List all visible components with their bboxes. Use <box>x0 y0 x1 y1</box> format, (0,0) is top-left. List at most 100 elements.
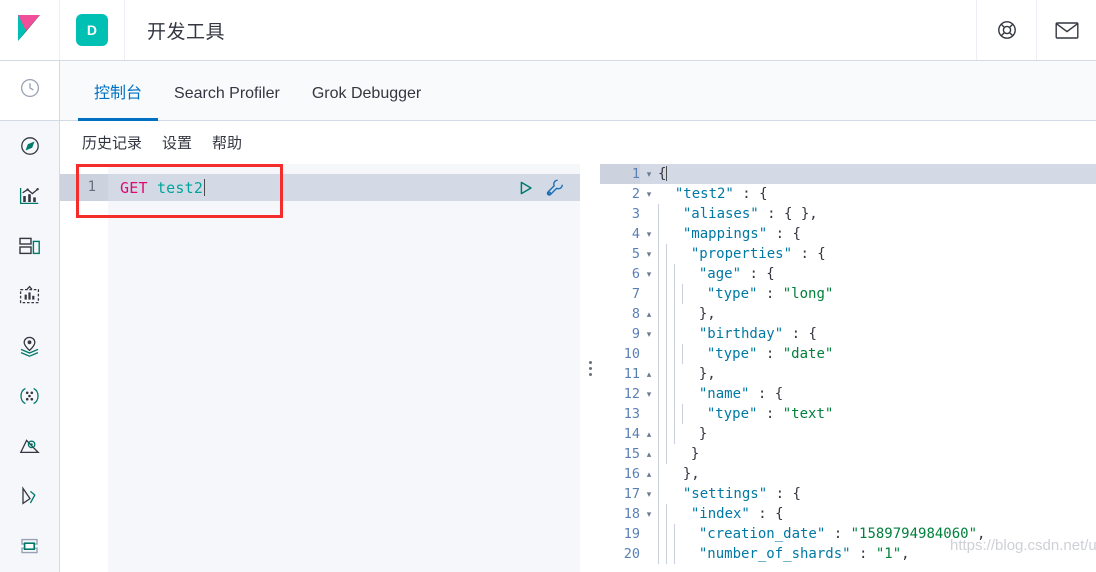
token-pun: : <box>850 546 876 562</box>
apm-icon <box>18 435 41 457</box>
fold-down-icon[interactable]: ▾ <box>640 484 658 504</box>
indent-guide <box>658 504 666 524</box>
token-key: "type" <box>706 406 758 422</box>
response-line-number: 19 <box>623 526 640 542</box>
sidebar-item-maps[interactable] <box>0 321 59 371</box>
token-sp <box>682 266 699 282</box>
app-badge: D <box>76 14 108 46</box>
fold-down-icon[interactable]: ▾ <box>640 244 658 264</box>
indent-guide <box>658 284 666 304</box>
sidebar-item-discover[interactable] <box>0 121 59 171</box>
fold-down-icon[interactable]: ▾ <box>640 264 658 284</box>
fold-down-icon[interactable]: ▾ <box>640 504 658 524</box>
console-toolbar: 历史记录 设置 帮助 <box>60 121 1096 164</box>
token-pun: : { <box>767 226 801 242</box>
sidebar-item-dev-tools[interactable] <box>0 521 59 571</box>
response-line: 14 ▴ } <box>600 424 1096 444</box>
compass-icon <box>19 135 41 157</box>
settings-button[interactable]: 设置 <box>158 130 196 155</box>
response-json-lines: 1 ▾{2 ▾ "test2" : {3 "aliases" : { }, 4 ▾ "m… <box>600 164 1096 564</box>
fold-down-icon[interactable]: ▾ <box>640 184 658 204</box>
uptime-icon <box>18 485 41 507</box>
editor-code-line[interactable]: GET test2 <box>108 178 206 197</box>
kibana-dev-tools-app: D 开发工具 控制台 Search Profiler Grok Debugger… <box>0 0 1096 572</box>
token-pun: : { <box>733 186 768 202</box>
drag-handle-dots-icon[interactable] <box>588 360 592 376</box>
indent-guide <box>666 324 674 344</box>
token-sp <box>690 286 707 302</box>
response-line-code: { <box>658 164 668 184</box>
response-line-number: 6 <box>631 266 640 282</box>
indent-guide <box>666 304 674 324</box>
response-line-number: 9 <box>631 326 640 342</box>
tab-console[interactable]: 控制台 <box>78 79 159 121</box>
tab-grok-debugger[interactable]: Grok Debugger <box>296 85 437 120</box>
sidebar-item-visualize[interactable] <box>0 171 59 221</box>
indent-guide <box>666 344 674 364</box>
request-editor[interactable]: 1 GET test2 <box>60 164 580 572</box>
indent-guide <box>658 364 666 384</box>
tab-search-profiler[interactable]: Search Profiler <box>158 85 296 120</box>
token-pun: , <box>977 526 986 542</box>
response-viewer[interactable]: 1 ▾{2 ▾ "test2" : {3 "aliases" : { }, 4 ▾ "m… <box>600 164 1096 572</box>
response-line-number: 1 <box>600 164 640 184</box>
token-key: "name" <box>698 386 750 402</box>
response-line-code: "number_of_shards" : "1", <box>658 544 910 564</box>
pane-splitter[interactable] <box>580 164 600 572</box>
token-sp <box>682 546 699 562</box>
help-button[interactable] <box>976 0 1036 60</box>
token-sp <box>682 526 699 542</box>
fold-up-icon[interactable]: ▴ <box>640 444 658 464</box>
response-line-number: 10 <box>623 346 640 362</box>
token-pun: }, <box>698 366 716 382</box>
app-switcher[interactable]: D <box>60 0 125 60</box>
token-pun: : { <box>749 386 784 402</box>
fold-up-icon[interactable]: ▴ <box>640 424 658 444</box>
fold-down-icon[interactable]: ▾ <box>640 164 658 184</box>
dev-tools-icon <box>18 535 41 557</box>
token-key: "type" <box>706 286 758 302</box>
sidebar-item-machine-learning[interactable] <box>0 371 59 421</box>
history-button[interactable]: 历史记录 <box>78 130 146 155</box>
response-line-number: 13 <box>623 406 640 422</box>
fold-down-icon[interactable]: ▾ <box>640 384 658 404</box>
response-line: 16 ▴ }, <box>600 464 1096 484</box>
indent-guide <box>658 444 666 464</box>
response-line-number: 5 <box>631 246 640 262</box>
response-line: 3 "aliases" : { }, <box>600 204 1096 224</box>
sidebar-item-canvas[interactable] <box>0 271 59 321</box>
fold-up-icon[interactable]: ▴ <box>640 304 658 324</box>
help-button-label: 帮助 <box>212 135 243 152</box>
sidebar-item-apm[interactable] <box>0 421 59 471</box>
sidebar-item-uptime[interactable] <box>0 471 59 521</box>
sidebar-item-recently-viewed[interactable] <box>0 61 59 121</box>
play-triangle-icon[interactable] <box>517 179 535 197</box>
token-sp <box>674 506 691 522</box>
response-line-number: 8 <box>631 306 640 322</box>
response-line-number: 16 <box>623 466 640 482</box>
token-key: "test2" <box>674 186 734 202</box>
fold-up-icon[interactable]: ▴ <box>640 364 658 384</box>
fold-up-icon[interactable]: ▴ <box>640 464 658 484</box>
response-line: 9 ▾ "birthday" : { <box>600 324 1096 344</box>
editor-active-line[interactable]: 1 GET test2 <box>60 174 580 201</box>
help-button-console[interactable]: 帮助 <box>208 130 246 155</box>
token-key: "age" <box>698 266 742 282</box>
indent-guide <box>658 244 666 264</box>
kibana-home-link[interactable] <box>0 0 60 60</box>
newsfeed-button[interactable] <box>1036 0 1096 60</box>
token-pun: , <box>901 546 910 562</box>
text-caret <box>204 178 206 196</box>
fold-down-icon[interactable]: ▾ <box>640 324 658 344</box>
token-pun: }, <box>698 306 716 322</box>
response-line-code: }, <box>658 304 716 324</box>
sidebar-item-dashboard[interactable] <box>0 221 59 271</box>
token-sp <box>674 246 691 262</box>
response-line: 12 ▾ "name" : { <box>600 384 1096 404</box>
fold-down-icon[interactable]: ▾ <box>640 224 658 244</box>
indent-guide <box>666 504 674 524</box>
wrench-icon[interactable] <box>545 178 564 197</box>
response-line: 19 "creation_date" : "1589794984060", <box>600 524 1096 544</box>
token-sp <box>682 306 699 322</box>
response-line-number: 4 <box>631 226 640 242</box>
